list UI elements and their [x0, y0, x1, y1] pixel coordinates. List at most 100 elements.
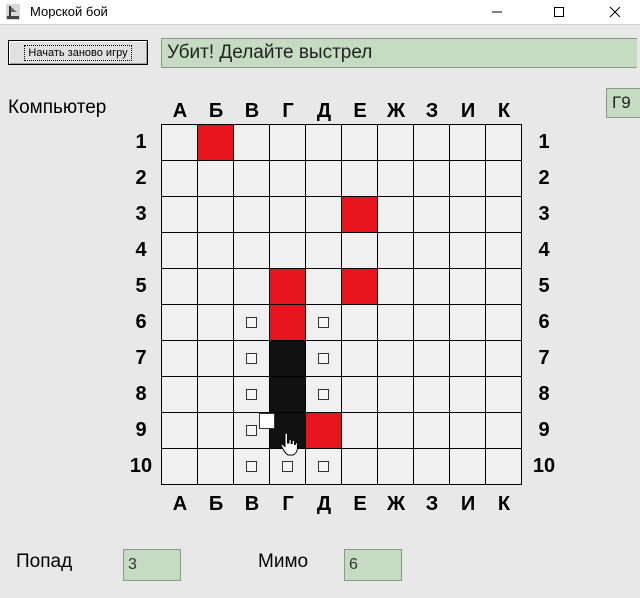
board-cell-empty[interactable]: [198, 341, 233, 376]
board-cell-empty[interactable]: [450, 197, 485, 232]
board-cell-miss[interactable]: [234, 341, 269, 376]
board-cell-empty[interactable]: [378, 197, 413, 232]
board-cell-empty[interactable]: [162, 125, 197, 160]
board-cell-miss[interactable]: [234, 377, 269, 412]
board-cell-empty[interactable]: [378, 377, 413, 412]
board-cell-hit[interactable]: [342, 197, 377, 232]
board-cell-empty[interactable]: [162, 161, 197, 196]
board-cell-empty[interactable]: [342, 341, 377, 376]
board-cell-empty[interactable]: [450, 161, 485, 196]
board-cell-empty[interactable]: [486, 269, 521, 304]
board-cell-empty[interactable]: [450, 305, 485, 340]
board-cell-empty[interactable]: [162, 413, 197, 448]
board-cell-empty[interactable]: [486, 125, 521, 160]
minimize-button[interactable]: [474, 0, 520, 24]
board-cell-empty[interactable]: [378, 233, 413, 268]
board-cell-empty[interactable]: [306, 197, 341, 232]
board-cell-sunk[interactable]: [270, 341, 305, 376]
board-cell-empty[interactable]: [450, 125, 485, 160]
board-cell-empty[interactable]: [306, 161, 341, 196]
board-cell-empty[interactable]: [414, 125, 449, 160]
board-cell-empty[interactable]: [486, 377, 521, 412]
board-cell-empty[interactable]: [234, 125, 269, 160]
board-cell-miss[interactable]: [306, 341, 341, 376]
restart-game-button[interactable]: Начать заново игру: [8, 40, 148, 65]
board-cell-empty[interactable]: [378, 449, 413, 484]
board-cell-empty[interactable]: [378, 341, 413, 376]
board-cell-empty[interactable]: [342, 413, 377, 448]
board-cell-empty[interactable]: [270, 125, 305, 160]
board-cell-empty[interactable]: [234, 197, 269, 232]
board-cell-hit[interactable]: [270, 269, 305, 304]
board-cell-empty[interactable]: [162, 341, 197, 376]
board-cell-empty[interactable]: [414, 197, 449, 232]
board-cell-empty[interactable]: [342, 305, 377, 340]
board-cell-empty[interactable]: [306, 269, 341, 304]
board-cell-empty[interactable]: [270, 161, 305, 196]
board-cell-empty[interactable]: [306, 125, 341, 160]
board-cell-miss[interactable]: [306, 449, 341, 484]
board-cell-empty[interactable]: [378, 125, 413, 160]
board-cell-empty[interactable]: [486, 197, 521, 232]
board-cell-sunk[interactable]: [270, 377, 305, 412]
board-cell-empty[interactable]: [198, 377, 233, 412]
board-cell-miss[interactable]: [306, 377, 341, 412]
board-cell-hit[interactable]: [270, 305, 305, 340]
board-cell-empty[interactable]: [450, 341, 485, 376]
board-cell-empty[interactable]: [162, 269, 197, 304]
board-cell-empty[interactable]: [198, 269, 233, 304]
board-cell-empty[interactable]: [414, 161, 449, 196]
board-cell-empty[interactable]: [270, 233, 305, 268]
board-cell-empty[interactable]: [414, 413, 449, 448]
board-cell-hit[interactable]: [342, 269, 377, 304]
board-cell-miss[interactable]: [234, 449, 269, 484]
board-cell-empty[interactable]: [450, 233, 485, 268]
board-cell-empty[interactable]: [234, 269, 269, 304]
board-cell-empty[interactable]: [414, 269, 449, 304]
board-cell-empty[interactable]: [162, 377, 197, 412]
board-cell-empty[interactable]: [162, 233, 197, 268]
board-cell-empty[interactable]: [450, 269, 485, 304]
board-cell-hit[interactable]: [198, 125, 233, 160]
board-cell-empty[interactable]: [378, 269, 413, 304]
board-cell-empty[interactable]: [306, 233, 341, 268]
board-cell-empty[interactable]: [486, 233, 521, 268]
board-cell-miss[interactable]: [306, 305, 341, 340]
board-cell-empty[interactable]: [486, 161, 521, 196]
board-cell-empty[interactable]: [198, 161, 233, 196]
board-cell-empty[interactable]: [198, 413, 233, 448]
board-cell-empty[interactable]: [198, 197, 233, 232]
board-cell-empty[interactable]: [414, 305, 449, 340]
board-cell-hit[interactable]: [306, 413, 341, 448]
board-cell-empty[interactable]: [198, 233, 233, 268]
board-cell-empty[interactable]: [342, 233, 377, 268]
board-cell-empty[interactable]: [378, 413, 413, 448]
close-button[interactable]: [592, 0, 638, 24]
board-cell-empty[interactable]: [450, 413, 485, 448]
board-cell-empty[interactable]: [414, 449, 449, 484]
board-cell-empty[interactable]: [378, 305, 413, 340]
computer-board-grid[interactable]: [161, 124, 522, 485]
board-cell-empty[interactable]: [342, 449, 377, 484]
board-cell-miss[interactable]: [234, 305, 269, 340]
board-cell-empty[interactable]: [486, 413, 521, 448]
board-cell-empty[interactable]: [162, 449, 197, 484]
board-cell-empty[interactable]: [414, 233, 449, 268]
board-cell-empty[interactable]: [486, 341, 521, 376]
board-cell-empty[interactable]: [486, 305, 521, 340]
board-cell-empty[interactable]: [162, 197, 197, 232]
board-cell-empty[interactable]: [414, 341, 449, 376]
board-cell-empty[interactable]: [270, 197, 305, 232]
board-cell-empty[interactable]: [198, 305, 233, 340]
board-cell-empty[interactable]: [450, 377, 485, 412]
board-cell-empty[interactable]: [378, 161, 413, 196]
board-cell-empty[interactable]: [198, 449, 233, 484]
board-cell-empty[interactable]: [450, 449, 485, 484]
board-cell-empty[interactable]: [342, 125, 377, 160]
board-cell-empty[interactable]: [234, 233, 269, 268]
board-cell-empty[interactable]: [162, 305, 197, 340]
board-cell-empty[interactable]: [234, 161, 269, 196]
board-cell-empty[interactable]: [414, 377, 449, 412]
board-cell-empty[interactable]: [342, 377, 377, 412]
board-cell-empty[interactable]: [486, 449, 521, 484]
